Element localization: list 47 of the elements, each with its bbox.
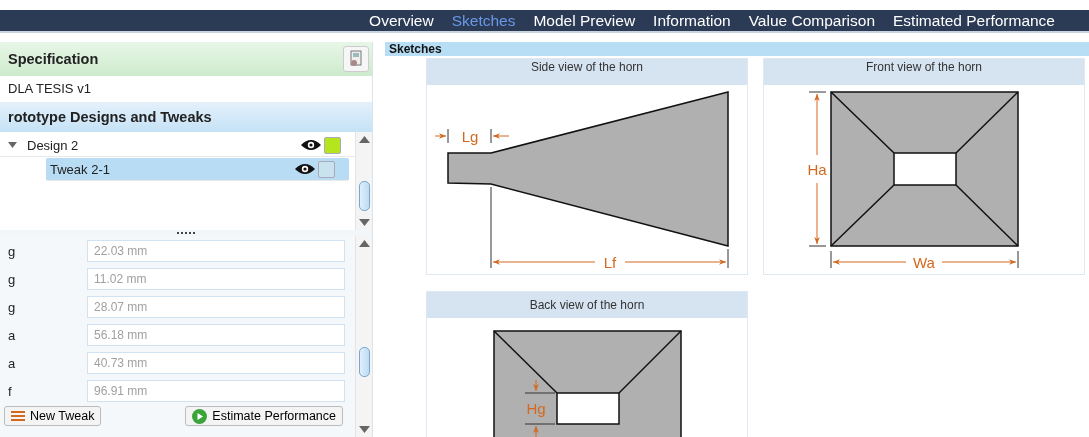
section-title: Specification (8, 51, 99, 67)
parameter-label: g (7, 243, 17, 259)
scroll-down-icon[interactable] (358, 219, 370, 226)
list-icon (11, 410, 25, 422)
color-swatch[interactable] (318, 160, 335, 178)
dimension-line (524, 379, 556, 437)
eye-icon[interactable] (295, 163, 315, 175)
play-icon (192, 408, 208, 424)
parameter-label: g (7, 299, 17, 315)
parameter-label: a (7, 355, 17, 371)
tree-label: Design 2 (27, 137, 80, 153)
specification-name: DLA TESIS v1 (7, 80, 92, 98)
document-button[interactable] (343, 46, 369, 72)
card-title: Front view of the horn (764, 59, 1084, 85)
dimension-label: Wa (913, 254, 935, 271)
tree-item[interactable]: Design 2 (0, 134, 355, 157)
nav-tab[interactable]: Sketches (451, 11, 516, 30)
new-tweak-button[interactable]: New Tweak (4, 406, 102, 426)
nav-tab[interactable]: Value Comparison (748, 11, 876, 30)
dimension-label: Ha (807, 161, 827, 178)
caret-icon[interactable] (8, 141, 17, 149)
scroll-down-icon[interactable] (358, 426, 370, 433)
card-title: Side view of the horn (427, 59, 747, 85)
scroll-thumb[interactable] (358, 347, 370, 377)
scroll-up-icon[interactable] (358, 136, 370, 143)
panel-title: Sketches (389, 42, 442, 56)
nav-tab[interactable]: Model Preview (533, 11, 636, 30)
nav-tab[interactable]: Overview (369, 11, 434, 30)
card-title: Back view of the horn (427, 292, 747, 318)
scroll-up-icon[interactable] (358, 240, 370, 247)
parameter-label: f (7, 383, 13, 399)
scroll-thumb[interactable] (358, 181, 370, 211)
document-icon (348, 50, 364, 68)
eye-icon[interactable] (301, 139, 321, 151)
tree-item[interactable]: Tweak 2-1 (46, 158, 349, 181)
color-swatch[interactable] (324, 136, 341, 154)
dimension-label: Hg (526, 400, 546, 417)
splitter-handle[interactable] (0, 230, 372, 236)
parameter-label: g (7, 271, 17, 287)
tree-label: Tweak 2-1 (50, 161, 111, 177)
dimension-label: Lf (603, 254, 617, 271)
dimension-label: Lg (461, 128, 479, 145)
nav-tab[interactable]: Estimated Performance (893, 11, 1055, 30)
estimate-button[interactable]: Estimate Performance (185, 406, 343, 426)
parameter-label: a (7, 327, 17, 343)
nav-tab[interactable]: Information (653, 11, 731, 30)
section-title: rototype Designs and Tweaks (8, 109, 212, 125)
